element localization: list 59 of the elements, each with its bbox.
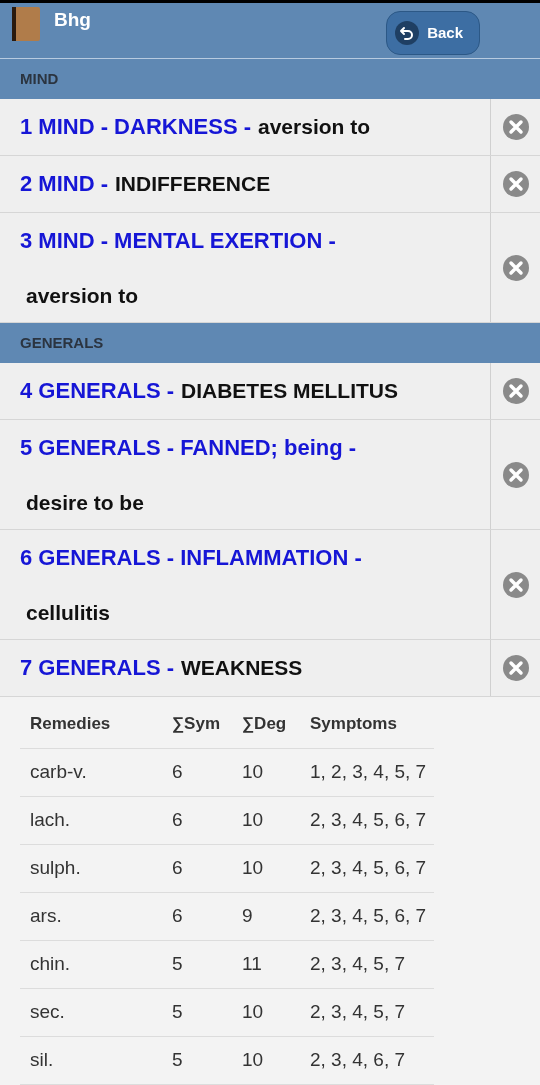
table-cell: 2, 3, 4, 5, 6, 7 bbox=[310, 857, 427, 879]
rubric-text: DIABETES MELLITUS bbox=[181, 378, 399, 404]
book-icon bbox=[12, 7, 40, 41]
table-cell: 10 bbox=[242, 857, 264, 879]
remove-icon[interactable] bbox=[501, 113, 530, 141]
rubric-text: WEAKNESS bbox=[181, 655, 303, 681]
table-cell: 2, 3, 4, 5, 6, 7 bbox=[310, 905, 427, 927]
table-cell: sec. bbox=[30, 1001, 65, 1023]
table-cell: 5 bbox=[172, 953, 183, 975]
remove-icon[interactable] bbox=[501, 377, 530, 405]
table-cell: 6 bbox=[172, 905, 183, 927]
table-cell: 10 bbox=[242, 761, 264, 783]
table-cell: 2, 3, 4, 6, 7 bbox=[310, 1049, 406, 1071]
rubric-path: 4 GENERALS - bbox=[20, 377, 175, 405]
remove-icon[interactable] bbox=[501, 654, 530, 682]
table-cell: 11 bbox=[242, 953, 262, 975]
remove-icon[interactable] bbox=[501, 570, 530, 599]
rubric-path: 6 GENERALS - INFLAMMATION - bbox=[20, 544, 363, 572]
table-cell: sulph. bbox=[30, 857, 81, 879]
rubric-text: desire to be bbox=[25, 490, 145, 516]
table-cell: 1, 2, 3, 4, 5, 7 bbox=[310, 761, 427, 783]
table-cell: 2, 3, 4, 5, 7 bbox=[310, 953, 406, 975]
section-header: GENERALS bbox=[0, 323, 540, 363]
table-cell: 10 bbox=[242, 809, 264, 831]
table-cell: 6 bbox=[172, 809, 183, 831]
rubric-text: cellulitis bbox=[25, 600, 112, 626]
column-header: Symptoms bbox=[310, 713, 397, 733]
rubric-path: 1 MIND - DARKNESS - bbox=[20, 113, 251, 141]
table-cell: lach. bbox=[30, 809, 71, 831]
rubric-path: 2 MIND - bbox=[20, 170, 108, 198]
table-cell: chin. bbox=[30, 953, 71, 975]
back-button[interactable]: Back bbox=[386, 11, 480, 55]
table-cell: 10 bbox=[242, 1049, 264, 1071]
remove-icon[interactable] bbox=[501, 253, 530, 282]
table-cell: 10 bbox=[242, 1001, 264, 1023]
remove-icon[interactable] bbox=[501, 170, 530, 198]
undo-icon bbox=[395, 21, 420, 45]
table-cell: 9 bbox=[242, 905, 253, 927]
table-cell: 5 bbox=[172, 1001, 183, 1023]
column-header: Remedies bbox=[30, 713, 111, 733]
rubric-path: 7 GENERALS - bbox=[20, 654, 175, 682]
rubric-text: aversion to bbox=[258, 114, 371, 140]
table-cell: 2, 3, 4, 5, 6, 7 bbox=[310, 809, 427, 831]
section-header: MIND bbox=[0, 59, 540, 99]
column-header: ∑Sym bbox=[172, 713, 221, 733]
rubric-text: INDIFFERENCE bbox=[115, 171, 271, 197]
rubric-path: 5 GENERALS - FANNED; being - bbox=[20, 434, 358, 462]
table-cell: 6 bbox=[172, 857, 183, 879]
table-cell: 2, 3, 4, 5, 7 bbox=[310, 1001, 406, 1023]
table-cell: 6 bbox=[172, 761, 183, 783]
app-title: Bhg bbox=[54, 8, 91, 32]
table-cell: sil. bbox=[30, 1049, 54, 1071]
remove-icon[interactable] bbox=[501, 460, 530, 489]
table-cell: carb-v. bbox=[30, 761, 87, 783]
rubric-text: aversion to bbox=[25, 283, 140, 309]
table-cell: 5 bbox=[172, 1049, 183, 1071]
column-header: ∑Deg bbox=[242, 713, 287, 733]
rubric-path: 3 MIND - MENTAL EXERTION - bbox=[20, 227, 337, 255]
table-cell: ars. bbox=[30, 905, 62, 927]
